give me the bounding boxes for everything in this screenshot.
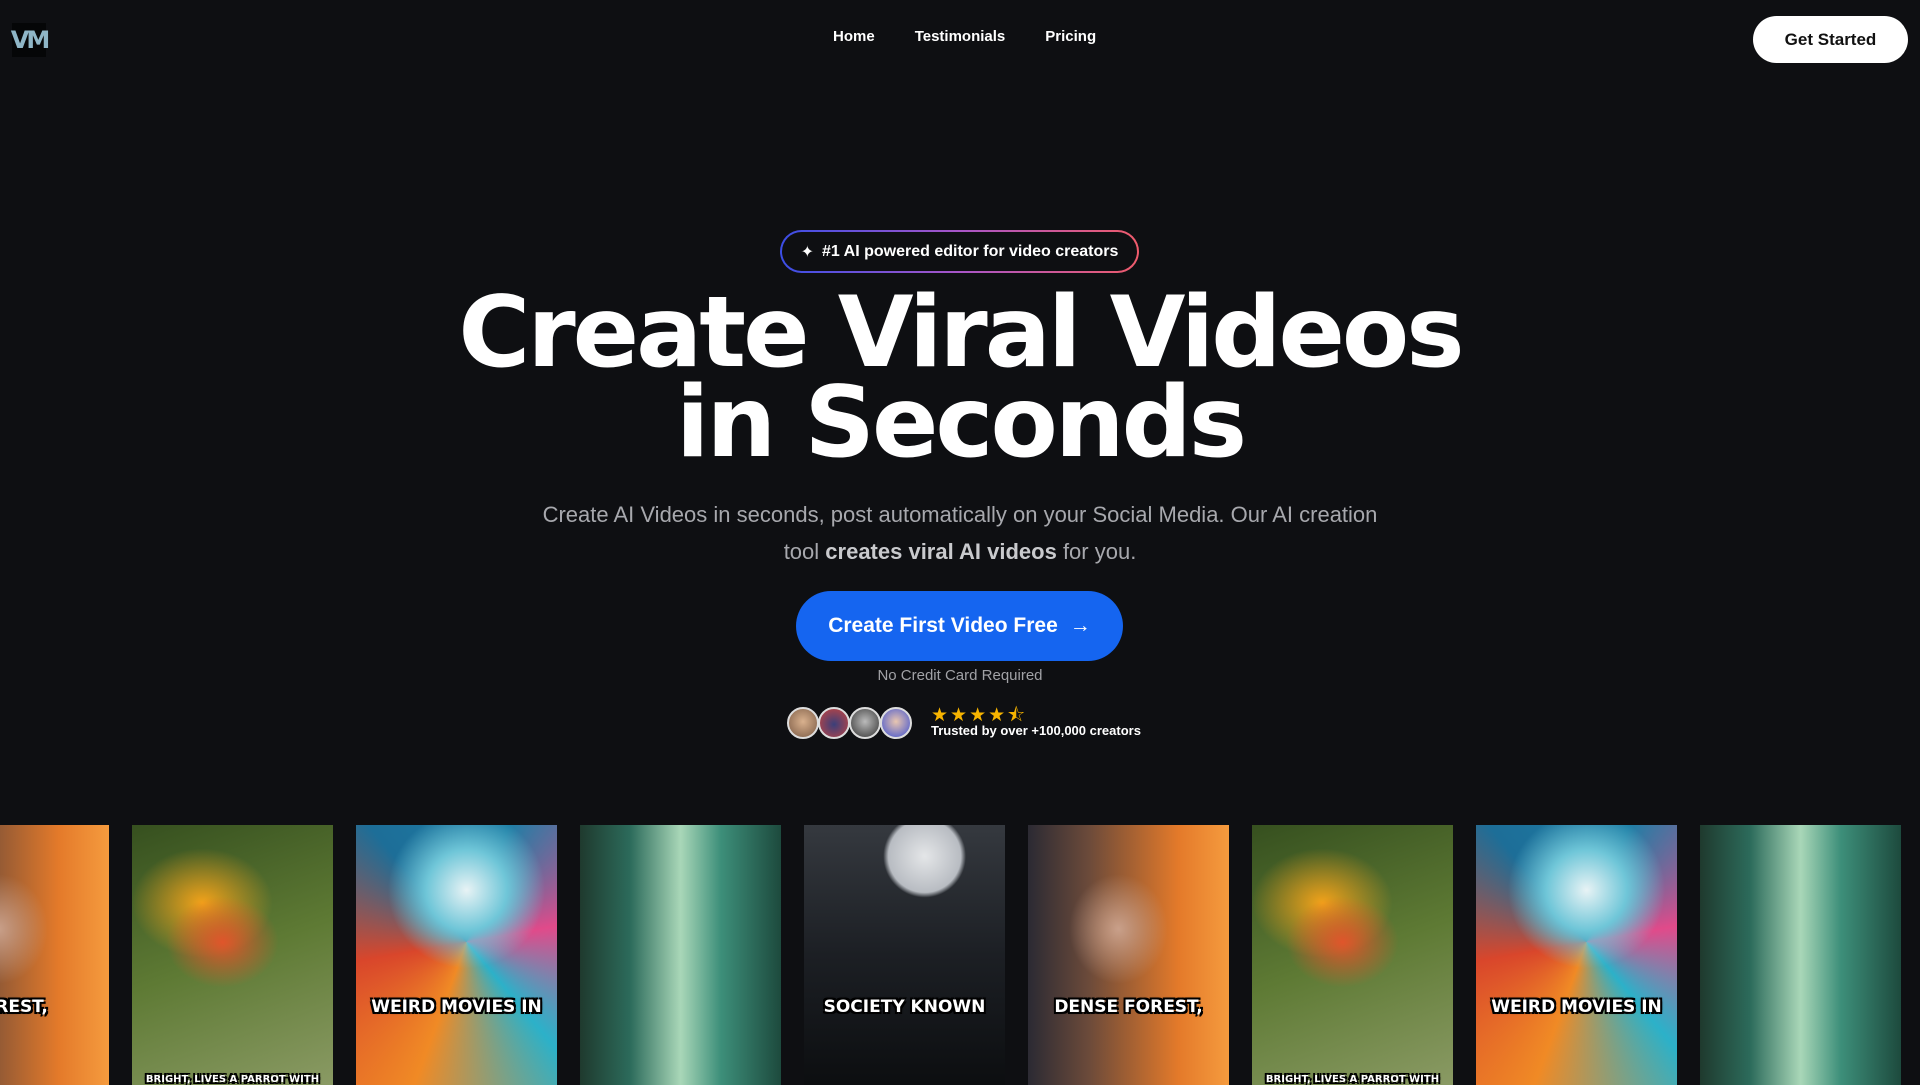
arrow-right-icon: → — [1069, 614, 1091, 637]
video-thumbnail[interactable]: SOCIETY KNOWN — [804, 825, 1005, 1085]
nav-testimonials[interactable]: Testimonials — [915, 28, 1006, 45]
video-caption: SOCIETY KNOWN — [823, 997, 986, 1017]
get-started-button[interactable]: Get Started — [1753, 16, 1908, 63]
create-first-video-button[interactable]: Create First Video Free → — [796, 591, 1123, 661]
hero-badge: ✦ #1 AI powered editor for video creator… — [780, 230, 1139, 273]
logo[interactable]: VM — [11, 23, 50, 57]
trusted-text: Trusted by over +100,000 creators — [931, 723, 1141, 738]
video-thumbnail[interactable]: BRIGHT, LIVES A PARROT WITH — [1252, 825, 1453, 1085]
creator-avatars — [787, 707, 912, 739]
video-thumbnail[interactable]: WEIRD MOVIES IN — [1476, 825, 1677, 1085]
avatar — [880, 707, 912, 739]
video-thumbnail[interactable] — [580, 825, 781, 1085]
video-caption: WEIRD MOVIES IN — [1491, 997, 1662, 1017]
avatar — [849, 707, 881, 739]
hero-subtitle: Create AI Videos in seconds, post automa… — [542, 502, 1378, 564]
avatar — [787, 707, 819, 739]
hero-title: Create Viral Videos in Seconds — [458, 276, 1464, 480]
video-caption: WEIRD MOVIES IN — [371, 997, 542, 1017]
video-thumbnail[interactable]: WEIRD MOVIES IN — [356, 825, 557, 1085]
avatar — [818, 707, 850, 739]
nav-home[interactable]: Home — [833, 28, 875, 45]
sparkles-icon: ✦ — [800, 243, 815, 261]
video-thumbnail[interactable] — [1700, 825, 1901, 1085]
video-thumbnail[interactable]: BRIGHT, LIVES A PARROT WITH — [132, 825, 333, 1085]
video-caption: DENSE FOREST, — [1054, 997, 1203, 1017]
nav-pricing[interactable]: Pricing — [1045, 28, 1096, 45]
main-nav: Home Testimonials Pricing — [833, 28, 1096, 45]
video-thumbnail[interactable]: FOREST, — [0, 825, 109, 1085]
badge-text: #1 AI powered editor for video creators — [822, 242, 1119, 260]
video-thumbnail[interactable]: DENSE FOREST, — [1028, 825, 1229, 1085]
video-caption: FOREST, — [0, 997, 48, 1017]
no-credit-card-note: No Credit Card Required — [877, 667, 1043, 684]
